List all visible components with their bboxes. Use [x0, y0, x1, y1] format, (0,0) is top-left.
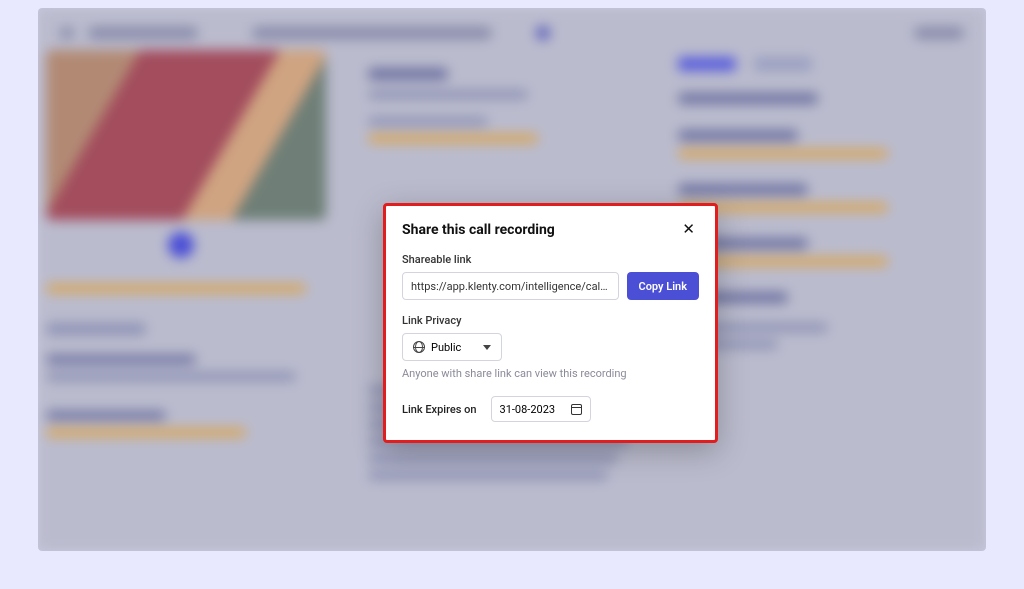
- share-recording-modal: Share this call recording ✕ Shareable li…: [383, 203, 718, 443]
- globe-icon: [413, 341, 425, 353]
- link-privacy-hint: Anyone with share link can view this rec…: [402, 367, 699, 380]
- link-expires-value: 31-08-2023: [500, 403, 556, 416]
- copy-link-button[interactable]: Copy Link: [627, 272, 700, 300]
- link-expires-label: Link Expires on: [402, 403, 477, 416]
- app-window: Share this call recording ✕ Shareable li…: [38, 8, 986, 551]
- close-button[interactable]: ✕: [678, 220, 699, 239]
- calendar-icon: [571, 404, 582, 415]
- modal-title: Share this call recording: [402, 222, 555, 238]
- link-privacy-label: Link Privacy: [402, 314, 699, 327]
- close-icon: ✕: [682, 220, 695, 238]
- shareable-link-input[interactable]: [402, 272, 619, 300]
- link-privacy-value: Public: [431, 341, 461, 354]
- link-expires-input[interactable]: 31-08-2023: [491, 396, 591, 422]
- chevron-down-icon: [483, 345, 491, 350]
- shareable-link-label: Shareable link: [402, 253, 699, 266]
- page-frame: Share this call recording ✕ Shareable li…: [0, 0, 1024, 589]
- modal-overlay: Share this call recording ✕ Shareable li…: [38, 8, 986, 551]
- link-privacy-select[interactable]: Public: [402, 333, 502, 361]
